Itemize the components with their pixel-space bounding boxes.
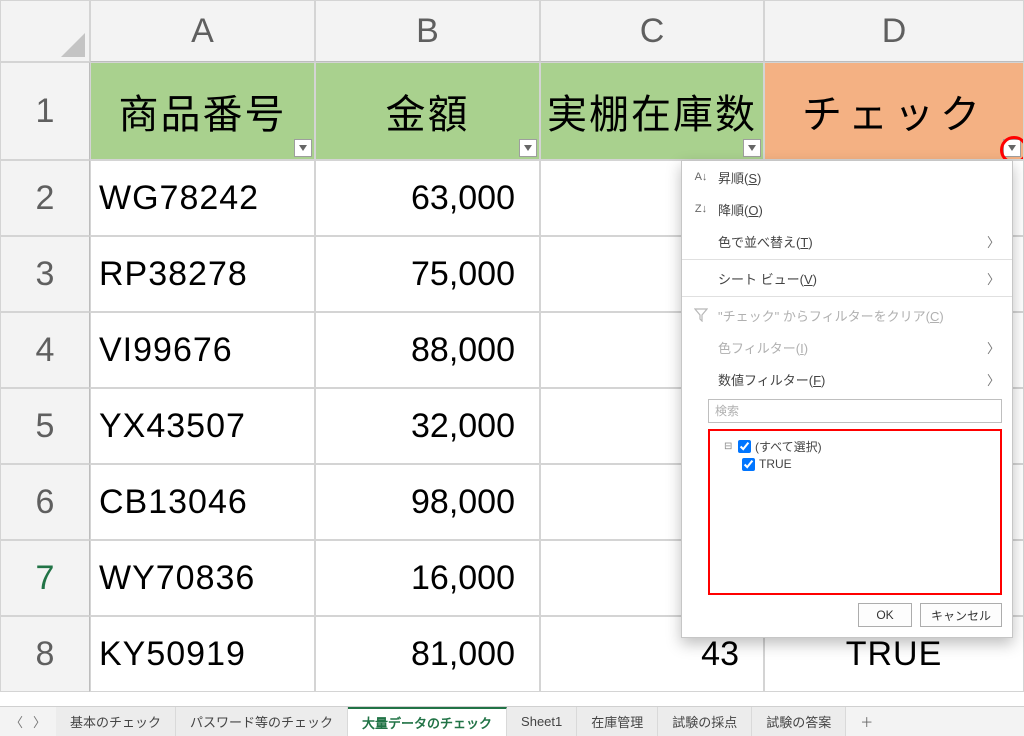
menu-color-filter: 色フィルター(I) 〉: [682, 331, 1012, 363]
chevron-right-icon: 〉: [987, 338, 1000, 357]
cell-B6[interactable]: 98,000: [315, 464, 540, 540]
row-head-2[interactable]: 2: [0, 160, 90, 236]
menu-number-filter[interactable]: 数値フィルター(F) 〉: [682, 363, 1012, 395]
cell-B5[interactable]: 32,000: [315, 388, 540, 464]
filter-search-input[interactable]: [708, 399, 1002, 423]
header-label: 商品番号: [119, 82, 287, 140]
sheet-tabs-bar: 〈 〉 基本のチェック パスワード等のチェック 大量データのチェック Sheet…: [0, 706, 1024, 736]
filter-search[interactable]: [708, 399, 1002, 423]
filter-button-C[interactable]: [743, 139, 761, 157]
cell-B4[interactable]: 88,000: [315, 312, 540, 388]
tab-exam-grading[interactable]: 試験の採点: [658, 707, 752, 736]
menu-sort-by-color[interactable]: 色で並べ替え(T) 〉: [682, 225, 1012, 257]
cell-A6[interactable]: CB13046: [90, 464, 315, 540]
filter-value-select-all[interactable]: ⊟ (すべて選択): [724, 437, 992, 455]
menu-separator: [682, 296, 1012, 297]
tab-inventory[interactable]: 在庫管理: [577, 707, 658, 736]
header-label: 実棚在庫数: [547, 82, 757, 140]
col-head-C[interactable]: C: [540, 0, 764, 62]
col-head-B[interactable]: B: [315, 0, 540, 62]
header-cell-A1[interactable]: 商品番号: [90, 62, 315, 160]
header-cell-B1[interactable]: 金額: [315, 62, 540, 160]
menu-sort-asc[interactable]: A↓ 昇順(S): [682, 161, 1012, 193]
tab-sheet1[interactable]: Sheet1: [507, 707, 577, 736]
tree-collapse-icon: ⊟: [724, 441, 734, 452]
menu-clear-filter: "チェック" からフィルターをクリア(C): [682, 299, 1012, 331]
chevron-left-icon[interactable]: 〈: [10, 712, 23, 731]
add-sheet-button[interactable]: ＋: [846, 707, 887, 736]
chevron-right-icon: 〉: [987, 370, 1000, 389]
cell-A3[interactable]: RP38278: [90, 236, 315, 312]
tab-nav[interactable]: 〈 〉: [0, 707, 56, 736]
row-head-1[interactable]: 1: [0, 62, 90, 160]
row-head-3[interactable]: 3: [0, 236, 90, 312]
menu-sheet-view[interactable]: シート ビュー(V) 〉: [682, 262, 1012, 294]
header-cell-D1[interactable]: チェック: [764, 62, 1024, 160]
checkbox-select-all[interactable]: [738, 440, 751, 453]
cell-B7[interactable]: 16,000: [315, 540, 540, 616]
filter-value-true[interactable]: TRUE: [742, 455, 992, 473]
tab-exam-answers[interactable]: 試験の答案: [752, 707, 846, 736]
sort-desc-icon: Z↓: [692, 203, 710, 215]
col-head-D[interactable]: D: [764, 0, 1024, 62]
cell-A2[interactable]: WG78242: [90, 160, 315, 236]
cell-B3[interactable]: 75,000: [315, 236, 540, 312]
header-cell-C1[interactable]: 実棚在庫数: [540, 62, 764, 160]
checkbox-true[interactable]: [742, 458, 755, 471]
filter-button-B[interactable]: [519, 139, 537, 157]
menu-button-row: OK キャンセル: [682, 603, 1012, 637]
header-label: チェック: [802, 82, 986, 140]
filter-button-D[interactable]: [1003, 139, 1021, 157]
filter-values-list[interactable]: ⊟ (すべて選択) TRUE: [708, 429, 1002, 595]
chevron-right-icon[interactable]: 〉: [33, 712, 46, 731]
cell-A8[interactable]: KY50919: [90, 616, 315, 692]
filter-button-A[interactable]: [294, 139, 312, 157]
header-label: 金額: [386, 82, 470, 140]
row-head-5[interactable]: 5: [0, 388, 90, 464]
sort-asc-icon: A↓: [692, 171, 710, 183]
col-head-A[interactable]: A: [90, 0, 315, 62]
cancel-button[interactable]: キャンセル: [920, 603, 1002, 627]
chevron-right-icon: 〉: [987, 269, 1000, 288]
tab-basic-check[interactable]: 基本のチェック: [56, 707, 176, 736]
cell-B8[interactable]: 81,000: [315, 616, 540, 692]
cell-B2[interactable]: 63,000: [315, 160, 540, 236]
row-head-6[interactable]: 6: [0, 464, 90, 540]
row-head-8[interactable]: 8: [0, 616, 90, 692]
tab-bulk-data-check[interactable]: 大量データのチェック: [348, 707, 507, 736]
select-all-corner[interactable]: [0, 0, 90, 62]
cell-A5[interactable]: YX43507: [90, 388, 315, 464]
cell-A7[interactable]: WY70836: [90, 540, 315, 616]
menu-separator: [682, 259, 1012, 260]
funnel-clear-icon: [692, 308, 710, 322]
cell-A4[interactable]: VI99676: [90, 312, 315, 388]
menu-sort-desc[interactable]: Z↓ 降順(O): [682, 193, 1012, 225]
row-head-4[interactable]: 4: [0, 312, 90, 388]
row-head-7[interactable]: 7: [0, 540, 90, 616]
tab-password-check[interactable]: パスワード等のチェック: [176, 707, 348, 736]
filter-dropdown-menu: A↓ 昇順(S) Z↓ 降順(O) 色で並べ替え(T) 〉 シート ビュー(V)…: [681, 160, 1013, 638]
ok-button[interactable]: OK: [858, 603, 912, 627]
chevron-right-icon: 〉: [987, 232, 1000, 251]
